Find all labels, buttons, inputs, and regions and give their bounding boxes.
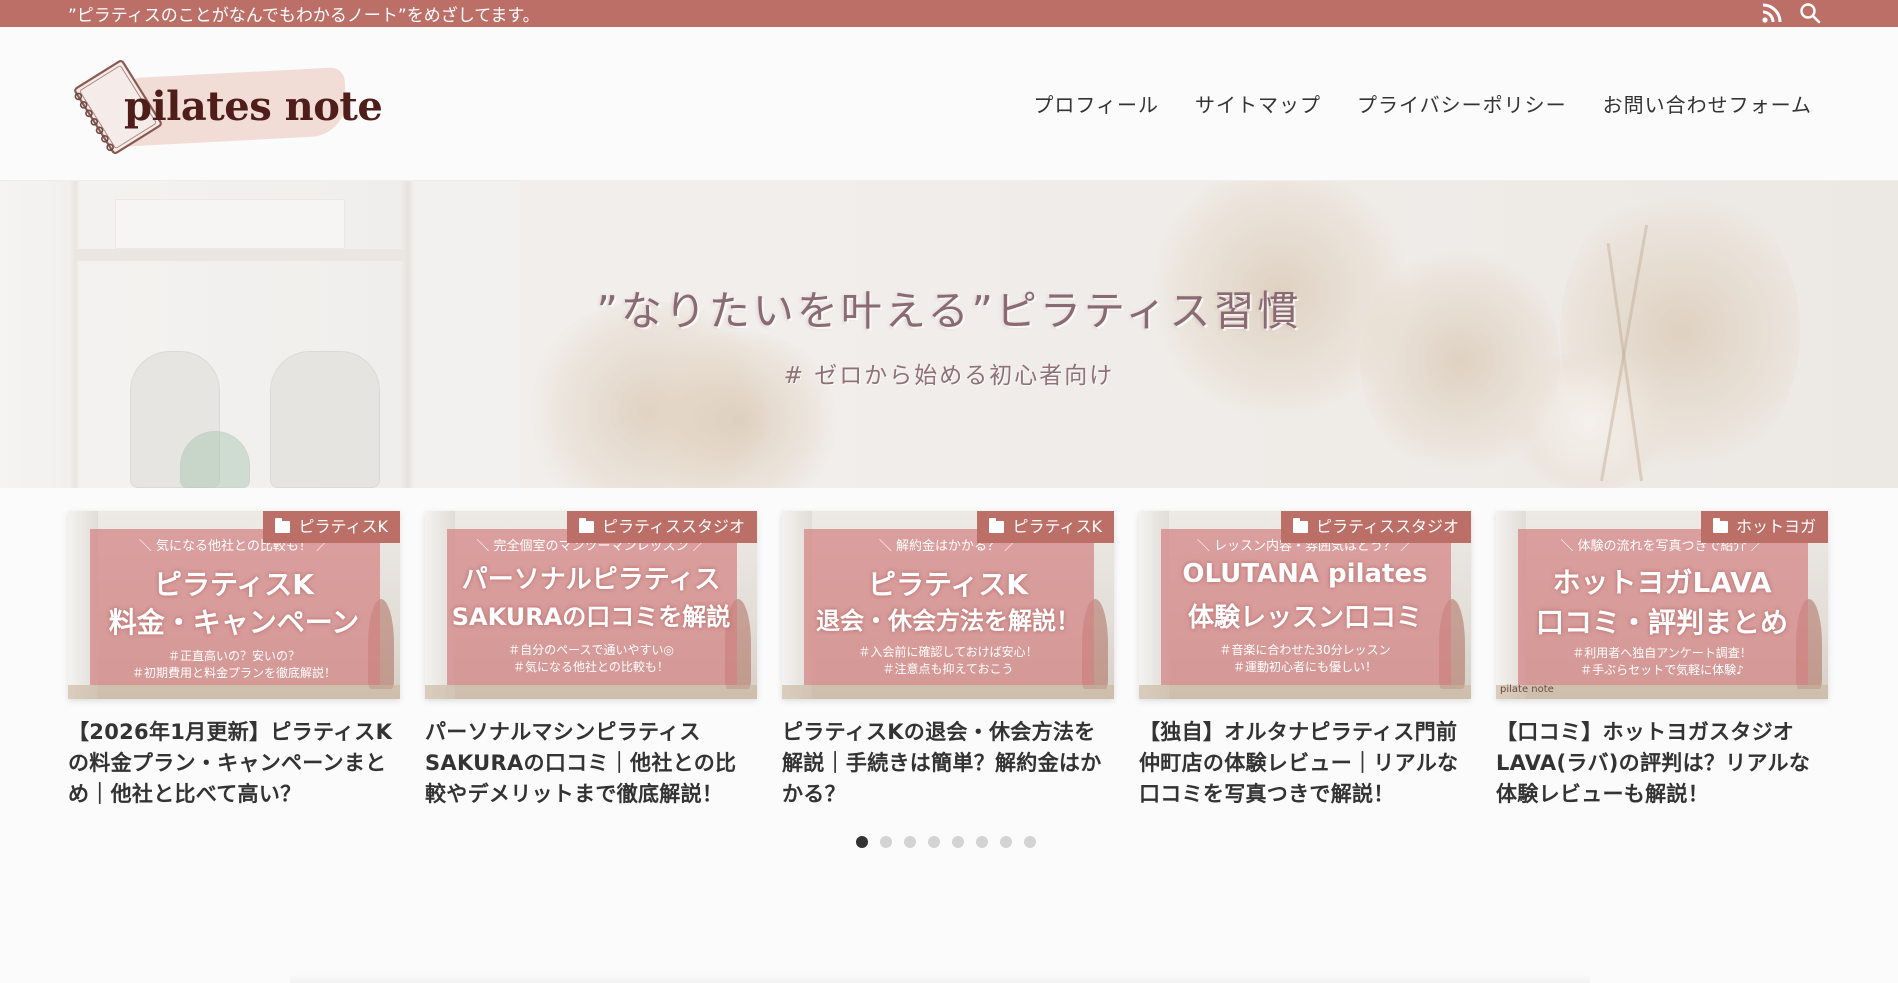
thumb-headline: 料金・キャンペーン (108, 606, 360, 639)
category-label: ピラティススタジオ (1315, 517, 1459, 536)
carousel-dot[interactable] (952, 836, 964, 848)
site-tagline: ”ピラティスのことがなんでもわかるノート”をめざしてます。 (68, 6, 540, 26)
thumb-hashtag: ＃運動初心者にも優しい！ (1232, 660, 1377, 674)
folder-icon (1712, 518, 1728, 533)
category-badge[interactable]: ホットヨガ (1700, 511, 1828, 543)
article-title[interactable]: 【2026年1月更新】ピラティスKの料金プラン・キャンペーンまとめ｜他社と比べて… (68, 717, 400, 810)
category-badge[interactable]: ピラティスK (263, 511, 400, 543)
global-nav: プロフィール サイトマップ プライバシーポリシー お問い合わせフォーム (997, 89, 1812, 118)
category-badge[interactable]: ピラティススタジオ (566, 511, 757, 543)
article-title[interactable]: パーソナルマシンピラティスSAKURAの口コミ｜他社との比較やデメリットまで徹底… (425, 717, 757, 810)
top-bar: ”ピラティスのことがなんでもわかるノート”をめざしてます。 (0, 0, 1898, 27)
hero-title: ”なりたいを叶える”ピラティス習慣 (596, 287, 1302, 335)
thumb-headline: 口コミ・評判まとめ (1535, 606, 1788, 639)
nav-profile[interactable]: プロフィール (1033, 89, 1159, 118)
site-logo[interactable]: pilates note (68, 51, 383, 159)
article-card[interactable]: ＼ 気になる他社との比較も！ ／ ピラティスK 料金・キャンペーン ＃正直高いの… (68, 511, 400, 810)
carousel-pagination (856, 836, 1048, 848)
article-title[interactable]: 【独自】オルタナピラティス門前仲町店の体験レビュー｜リアルな口コミを写真つきで解… (1139, 717, 1471, 810)
thumb-headline: 退会・休会方法を解説！ (816, 607, 1080, 635)
nav-contact-form[interactable]: お問い合わせフォーム (1603, 89, 1812, 118)
search-icon[interactable] (1799, 2, 1821, 24)
thumb-hashtag: ＃自分のペースで通いやすい◎ (508, 643, 674, 657)
thumb-hashtag: ＃注意点も抑えておこう (882, 662, 1014, 676)
thumb-base-decor (425, 685, 757, 699)
thumb-hashtag: ＃音楽に合わせた30分レッスン (1219, 643, 1391, 657)
article-thumbnail[interactable]: ＼ 完全個室のマンツーマンレッスン ／ パーソナルピラティス SAKURAの口コ… (425, 511, 757, 699)
article-title[interactable]: ピラティスKの退会・休会方法を解説｜手続きは簡単？解約金はかかる？ (782, 717, 1114, 810)
thumb-hashtag: ＃正直高いの？安いの？ (167, 649, 300, 663)
thumb-hashtag: ＃初期費用と料金プランを徹底解説！ (131, 666, 336, 680)
thumb-headline: OLUTANA pilates (1182, 559, 1428, 589)
thumb-base-decor (1139, 685, 1471, 699)
article-card[interactable]: ＼ 完全個室のマンツーマンレッスン ／ パーソナルピラティス SAKURAの口コ… (425, 511, 757, 810)
thumb-hashtag: ＃手ぶらセットで気軽に体験♪ (1580, 663, 1744, 677)
category-label: ホットヨガ (1735, 517, 1816, 536)
carousel-dot[interactable] (976, 836, 988, 848)
thumb-headline: ホットヨガLAVA (1552, 566, 1772, 599)
carousel-dot[interactable] (856, 836, 868, 848)
thumb-headline: ピラティスK (153, 568, 315, 601)
thumb-hashtag: ＃入会前に確認しておけば安心！ (858, 645, 1038, 659)
article-thumbnail[interactable]: ＼ レッスン内容・雰囲気はどう？ ／ OLUTANA pilates 体験レッス… (1139, 511, 1471, 699)
article-title[interactable]: 【口コミ】ホットヨガスタジオLAVA(ラバ)の評判は？リアルな体験レビューも解説… (1496, 717, 1828, 810)
article-card[interactable]: ＼ レッスン内容・雰囲気はどう？ ／ OLUTANA pilates 体験レッス… (1139, 511, 1471, 810)
nav-privacy-policy[interactable]: プライバシーポリシー (1357, 89, 1567, 118)
carousel-dot[interactable] (880, 836, 892, 848)
article-thumbnail[interactable]: ＼ 体験の流れを写真つきで紹介 ／ ホットヨガLAVA 口コミ・評判まとめ ＃利… (1496, 511, 1828, 699)
folder-icon (989, 518, 1005, 533)
folder-icon (275, 518, 291, 533)
logo-text: pilates note (124, 83, 383, 130)
category-label: ピラティスK (1012, 517, 1102, 536)
thumb-base-decor (782, 685, 1114, 699)
nav-sitemap[interactable]: サイトマップ (1195, 89, 1321, 118)
thumb-headline: SAKURAの口コミを解説 (451, 603, 731, 631)
carousel-dot[interactable] (904, 836, 916, 848)
carousel-dot[interactable] (928, 836, 940, 848)
thumb-watermark: pilate note (1500, 684, 1554, 695)
article-thumbnail[interactable]: ＼ 気になる他社との比較も！ ／ ピラティスK 料金・キャンペーン ＃正直高いの… (68, 511, 400, 699)
thumb-headline: 体験レッスン口コミ (1187, 603, 1422, 633)
carousel-dot[interactable] (1000, 836, 1012, 848)
folder-icon (578, 518, 594, 533)
category-label: ピラティスK (298, 517, 388, 536)
category-label: ピラティススタジオ (601, 517, 745, 536)
category-badge[interactable]: ピラティスK (977, 511, 1114, 543)
thumb-hashtag: ＃利用者へ独自アンケート調査！ (1572, 646, 1752, 660)
site-header: pilates note プロフィール サイトマップ プライバシーポリシー お問… (0, 27, 1898, 181)
category-badge[interactable]: ピラティススタジオ (1280, 511, 1471, 543)
folder-icon (1292, 518, 1308, 533)
thumb-headline: パーソナルピラティス (461, 565, 721, 595)
article-card[interactable]: ＼ 体験の流れを写真つきで紹介 ／ ホットヨガLAVA 口コミ・評判まとめ ＃利… (1496, 511, 1828, 810)
thumb-headline: ピラティスK (867, 568, 1029, 601)
rss-icon[interactable] (1761, 2, 1783, 24)
hero-banner: ”なりたいを叶える”ピラティス習慣 # ゼロから始める初心者向け (0, 181, 1898, 488)
featured-articles-carousel: ＼ 気になる他社との比較も！ ／ ピラティスK 料金・キャンペーン ＃正直高いの… (68, 511, 1830, 811)
article-thumbnail[interactable]: ＼ 解約金はかかる？ ／ ピラティスK 退会・休会方法を解説！ ＃入会前に確認し… (782, 511, 1114, 699)
thumb-base-decor (68, 685, 400, 699)
thumb-hashtag: ＃気になる他社との比較も！ (513, 660, 669, 674)
hero-subtitle: # ゼロから始める初心者向け (783, 363, 1115, 389)
article-card[interactable]: ＼ 解約金はかかる？ ／ ピラティスK 退会・休会方法を解説！ ＃入会前に確認し… (782, 511, 1114, 810)
section-divider (290, 974, 1590, 983)
carousel-dot[interactable] (1024, 836, 1036, 848)
